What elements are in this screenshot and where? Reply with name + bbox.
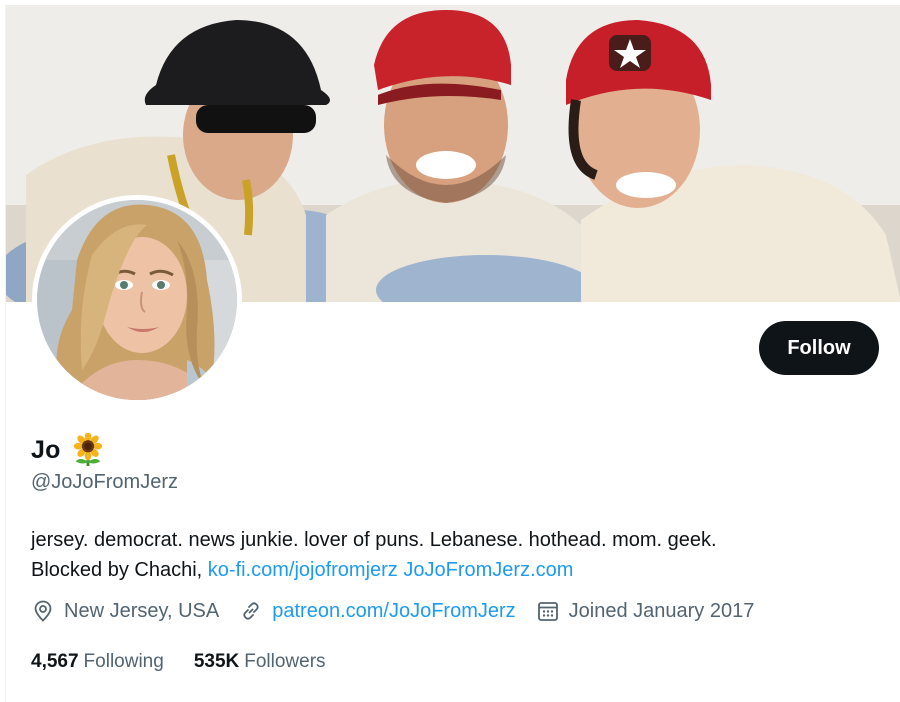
sunflower-icon bbox=[73, 433, 102, 467]
profile-card: Follow Jo @JoJoFromJerz jersey. democrat… bbox=[5, 5, 900, 702]
profile-meta: New Jersey, USA patreon.com/JoJoFromJerz… bbox=[31, 599, 774, 623]
display-name-text: Jo bbox=[31, 435, 61, 464]
follow-button[interactable]: Follow bbox=[759, 321, 879, 375]
following-label: Following bbox=[83, 651, 164, 672]
profile-avatar[interactable] bbox=[32, 195, 242, 405]
joined-text: Joined January 2017 bbox=[568, 599, 755, 622]
followers-count: 535K bbox=[193, 651, 240, 672]
following-stat[interactable]: 4,567 Following bbox=[31, 651, 164, 673]
followers-stat[interactable]: 535K Followers bbox=[194, 651, 326, 673]
link-icon bbox=[243, 602, 259, 620]
website-item: patreon.com/JoJoFromJerz bbox=[239, 599, 516, 623]
bio-line-1: jersey. democrat. news junkie. lover of … bbox=[31, 529, 717, 551]
profile-stats: 4,567 Following 535K Followers bbox=[31, 651, 356, 673]
profile-bio: jersey. democrat. news junkie. lover of … bbox=[31, 525, 871, 585]
bio-link-website[interactable]: JoJoFromJerz.com bbox=[403, 559, 573, 581]
followers-label: Followers bbox=[244, 651, 326, 672]
bio-line-2: Blocked by Chachi, ko-fi.com/jojofromjer… bbox=[31, 555, 871, 585]
calendar-icon bbox=[537, 602, 558, 621]
bio-link-kofi[interactable]: ko-fi.com/jojofromjerz bbox=[208, 559, 398, 581]
joined-item: Joined January 2017 bbox=[536, 599, 755, 623]
user-handle: @JoJoFromJerz bbox=[31, 471, 178, 493]
display-name: Jo bbox=[31, 433, 105, 467]
following-count: 4,567 bbox=[31, 651, 79, 672]
bio-text: Blocked by Chachi, bbox=[31, 559, 208, 581]
location-item: New Jersey, USA bbox=[31, 599, 219, 623]
website-link[interactable]: patreon.com/JoJoFromJerz bbox=[272, 600, 515, 623]
location-text: New Jersey, USA bbox=[64, 599, 220, 622]
location-pin-icon bbox=[34, 600, 52, 622]
